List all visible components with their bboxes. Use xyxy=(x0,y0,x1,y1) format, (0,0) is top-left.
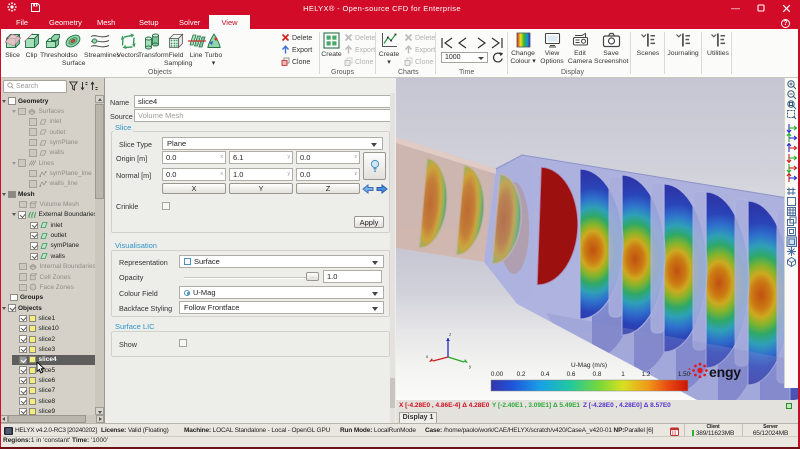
svg-text:1.2: 1.2 xyxy=(642,371,651,378)
svg-text:0.8: 0.8 xyxy=(593,371,602,378)
svg-text:0.00: 0.00 xyxy=(491,371,504,378)
svg-text:1.50: 1.50 xyxy=(678,371,691,378)
svg-text:1: 1 xyxy=(621,371,625,378)
svg-text:0.4: 0.4 xyxy=(541,371,550,378)
svg-text:0.6: 0.6 xyxy=(567,371,576,378)
svg-text:0.2: 0.2 xyxy=(517,371,526,378)
svg-text:U-Mag (m/s): U-Mag (m/s) xyxy=(571,362,607,369)
svg-text:engy: engy xyxy=(709,364,741,380)
